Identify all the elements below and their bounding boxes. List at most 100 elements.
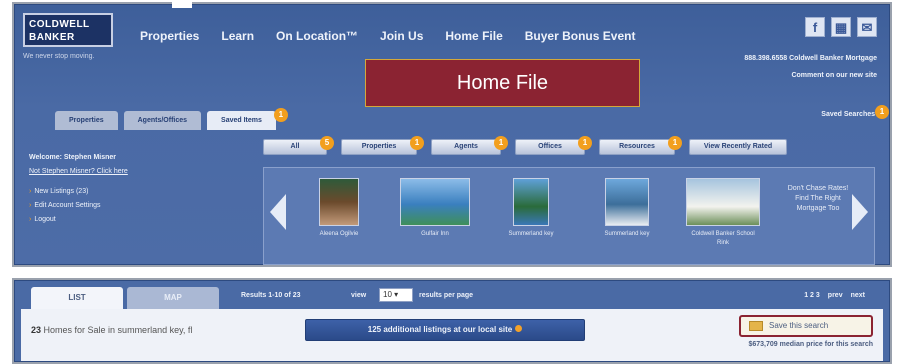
carousel-caption: Coldwell Banker School Rink <box>691 231 755 246</box>
tab-agents-label: Agents/Offices <box>137 117 188 124</box>
carousel-caption: Aleena Ogilvie <box>319 231 359 237</box>
social-icons: f ▦ ✉ <box>805 17 877 37</box>
filter-agents-label: Agents <box>454 143 478 150</box>
page-title-banner: Home File <box>365 59 640 107</box>
tab-properties-label: Properties <box>69 117 104 124</box>
agent-photo <box>319 178 359 226</box>
tab-properties[interactable]: Properties <box>55 111 118 130</box>
additional-listings-label: 125 additional listings at our local sit… <box>367 325 513 334</box>
carousel-caption: Gulfair Inn <box>421 231 449 237</box>
carousel-item[interactable]: Summerland key <box>590 178 664 248</box>
page-numbers[interactable]: 1 2 3 <box>804 292 820 299</box>
nav-item-properties[interactable]: Properties <box>140 29 199 43</box>
save-search-button[interactable]: Save this search <box>739 315 873 337</box>
tab-saved-items[interactable]: Saved Items 1 <box>207 108 288 130</box>
user-panel: Welcome: Stephen Misner Not Stephen Misn… <box>29 151 128 227</box>
additional-listings-button[interactable]: 125 additional listings at our local sit… <box>305 319 585 341</box>
carousel-caption: Summerland key <box>508 231 554 237</box>
save-search-label: Save this search <box>769 321 829 330</box>
carousel-item[interactable]: Aleena Ogilvie <box>302 178 376 248</box>
homes-location-text: Homes for Sale in summerland key, fl <box>43 325 193 335</box>
coldwell-banker-logo[interactable]: COLDWELL BANKER <box>23 13 113 47</box>
logout-label: Logout <box>34 216 56 223</box>
mortgage-promo-text: Don't Chase Rates! Find The Right Mortga… <box>787 185 849 212</box>
edit-account-link[interactable]: › Edit Account Settings <box>29 199 128 213</box>
results-header: LIST MAP Results 1-10 of 23 view 10 ▾ re… <box>14 280 890 362</box>
tab-list[interactable]: LIST <box>31 287 123 309</box>
main-nav: Properties Learn On Location™ Join Us Ho… <box>140 29 635 43</box>
results-range: Results 1-10 of 23 <box>241 292 301 299</box>
header-notch <box>172 2 192 8</box>
filter-all[interactable]: All 5 <box>263 136 334 155</box>
filter-properties-badge: 1 <box>410 136 424 150</box>
nav-item-buyer-bonus-event[interactable]: Buyer Bonus Event <box>525 29 636 43</box>
property-photo <box>605 178 649 226</box>
office-photo <box>686 178 760 226</box>
saved-items-carousel: Aleena Ogilvie Gulfair Inn Summerland ke… <box>263 167 875 265</box>
filter-resources-badge: 1 <box>668 136 682 150</box>
homes-count-text: 23 Homes for Sale in summerland key, fl <box>31 325 192 335</box>
homes-count: 23 <box>31 325 42 335</box>
saved-searches-link[interactable]: Saved Searches 1 <box>821 105 889 119</box>
carousel-item[interactable]: Gulfair Inn <box>398 178 472 248</box>
bullet-icon: › <box>29 188 32 195</box>
view-recently-rated-label: View Recently Rated <box>703 143 773 150</box>
mortgage-promo[interactable]: Don't Chase Rates! Find The Right Mortga… <box>782 178 856 248</box>
carousel-caption: Summerland key <box>604 231 650 237</box>
filter-properties-label: Properties <box>361 143 397 150</box>
per-page-label: results per page <box>419 292 474 299</box>
arrow-dot-icon <box>515 325 523 332</box>
not-me-link[interactable]: Not Stephen Misner? Click here <box>29 165 128 179</box>
filter-all-badge: 5 <box>320 136 334 150</box>
saved-items-badge: 1 <box>273 108 288 122</box>
results-panel: LIST MAP Results 1-10 of 23 view 10 ▾ re… <box>12 278 892 364</box>
logout-link[interactable]: › Logout <box>29 213 128 227</box>
saved-searches-badge: 1 <box>875 105 889 119</box>
saved-searches-label: Saved Searches <box>821 111 875 118</box>
per-page-value: 10 <box>383 290 392 299</box>
results-per-page-select[interactable]: 10 ▾ <box>379 288 413 302</box>
mortgage-phone-link[interactable]: 888.398.6558 Coldwell Banker Mortgage <box>744 55 877 62</box>
comment-link[interactable]: Comment on our new site <box>791 72 877 79</box>
carousel-item[interactable]: Summerland key <box>494 178 568 248</box>
facebook-icon[interactable]: f <box>805 17 825 37</box>
nav-item-learn[interactable]: Learn <box>221 29 254 43</box>
folder-icon <box>749 321 763 331</box>
filter-offices[interactable]: Offices 1 <box>515 136 592 155</box>
pagination: 1 2 3 prev next <box>804 292 865 299</box>
header-panel: COLDWELL BANKER We never stop moving. Pr… <box>12 2 892 267</box>
nav-item-home-file[interactable]: Home File <box>445 29 502 43</box>
view-label: view <box>351 292 367 299</box>
nav-item-on-location[interactable]: On Location™ <box>276 29 358 43</box>
carousel-prev-icon[interactable] <box>270 194 286 230</box>
welcome-text: Welcome: Stephen Misner <box>29 154 117 161</box>
filter-agents[interactable]: Agents 1 <box>431 136 508 155</box>
view-recently-rated-button[interactable]: View Recently Rated <box>689 139 787 155</box>
property-photo <box>513 178 549 226</box>
bullet-icon: › <box>29 202 32 209</box>
mail-icon[interactable]: ✉ <box>857 17 877 37</box>
prev-link[interactable]: prev <box>828 292 843 299</box>
tab-agents-offices[interactable]: Agents/Offices <box>123 111 202 130</box>
bullet-icon: › <box>29 216 32 223</box>
tv-icon[interactable]: ▦ <box>831 17 851 37</box>
filter-agents-badge: 1 <box>494 136 508 150</box>
results-summary: 23 Homes for Sale in summerland key, fl … <box>21 309 883 361</box>
filter-offices-label: Offices <box>538 143 562 150</box>
carousel-next-icon[interactable] <box>852 194 868 230</box>
new-listings-link[interactable]: › New Listings (23) <box>29 185 128 199</box>
property-photo <box>400 178 470 226</box>
logo-line-2: BANKER <box>29 32 75 43</box>
carousel-item[interactable]: Coldwell Banker School Rink <box>686 178 760 248</box>
filter-resources[interactable]: Resources 1 <box>599 136 682 155</box>
next-link[interactable]: next <box>851 292 865 299</box>
header-background: COLDWELL BANKER We never stop moving. Pr… <box>14 4 890 265</box>
tab-map[interactable]: MAP <box>127 287 219 309</box>
filter-resources-label: Resources <box>619 143 655 150</box>
tagline: We never stop moving. <box>23 53 95 60</box>
filter-all-label: All <box>290 143 300 150</box>
nav-item-join-us[interactable]: Join Us <box>380 29 423 43</box>
filter-offices-badge: 1 <box>578 136 592 150</box>
filter-properties[interactable]: Properties 1 <box>341 136 424 155</box>
home-file-tabs: Properties Agents/Offices Saved Items 1 <box>55 108 288 130</box>
